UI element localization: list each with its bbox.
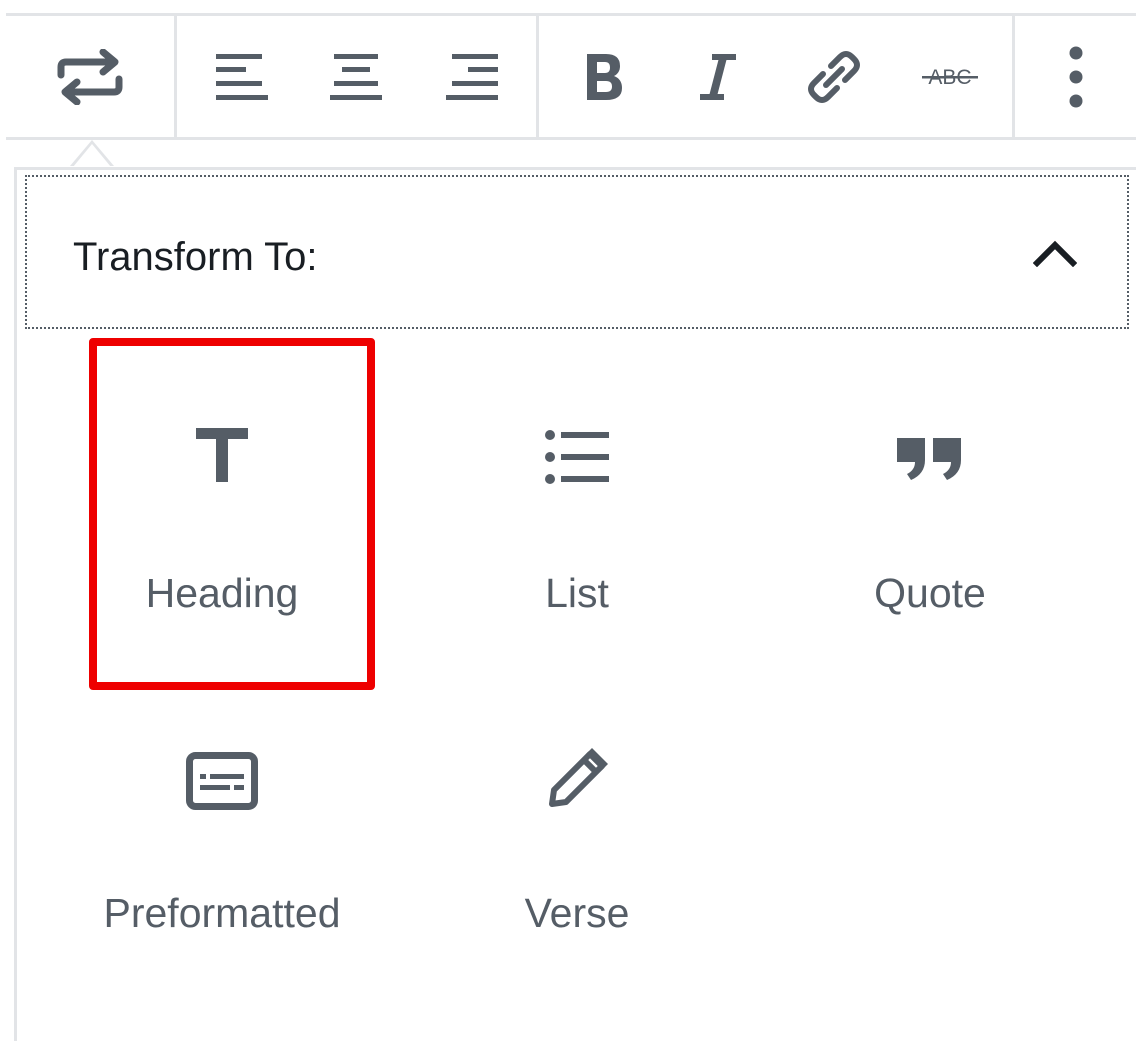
popover-pointer-fill <box>73 144 111 167</box>
italic-icon <box>700 53 736 100</box>
quote-icon <box>897 438 961 480</box>
transform-item-label: Preformatted <box>103 890 341 936</box>
transform-item-label: List <box>545 570 609 616</box>
transform-button[interactable] <box>6 16 174 137</box>
toolbar-group-more <box>1015 16 1136 137</box>
more-options-button[interactable] <box>1015 16 1136 137</box>
transform-item-list[interactable]: List <box>439 342 715 682</box>
chevron-up-icon <box>1033 240 1077 267</box>
list-icon <box>545 430 609 484</box>
panel-title: Transform To: <box>73 235 318 279</box>
transform-item-preformatted[interactable]: Preformatted <box>84 664 360 1004</box>
transform-popover: Transform To: Heading List Quote Preform… <box>14 167 1136 1041</box>
block-editor-popover: ABC Transform To: Heading List Quote Pre… <box>0 0 1136 1041</box>
vertical-ellipsis-icon <box>1069 46 1082 107</box>
transform-item-label: Quote <box>874 570 986 616</box>
heading-icon <box>196 428 248 482</box>
arrows-swap-icon <box>57 48 123 105</box>
pencil-icon <box>549 748 608 807</box>
preformatted-icon <box>186 752 258 810</box>
link-icon <box>808 50 860 103</box>
bold-icon <box>587 53 622 100</box>
link-button[interactable] <box>779 16 889 137</box>
italic-button[interactable] <box>663 16 773 137</box>
block-toolbar: ABC <box>6 13 1136 140</box>
toolbar-group-formatting: ABC <box>539 16 1015 137</box>
bold-button[interactable] <box>549 16 659 137</box>
toolbar-group-transform <box>6 16 177 137</box>
align-right-button[interactable] <box>417 16 527 137</box>
transform-panel-toggle[interactable]: Transform To: <box>25 175 1129 329</box>
transform-item-heading[interactable]: Heading <box>84 342 360 682</box>
strikethrough-button[interactable]: ABC <box>895 16 1005 137</box>
align-left-icon <box>216 53 268 100</box>
align-center-button[interactable] <box>301 16 411 137</box>
strikethrough-icon: ABC <box>922 66 978 89</box>
toolbar-group-alignment <box>177 16 539 137</box>
transform-item-label: Heading <box>145 570 299 616</box>
transform-item-verse[interactable]: Verse <box>439 664 715 1004</box>
align-center-icon <box>330 53 382 100</box>
transform-item-quote[interactable]: Quote <box>792 342 1068 682</box>
transform-item-label: Verse <box>524 890 630 936</box>
align-left-button[interactable] <box>187 16 297 137</box>
align-right-icon <box>446 53 498 100</box>
